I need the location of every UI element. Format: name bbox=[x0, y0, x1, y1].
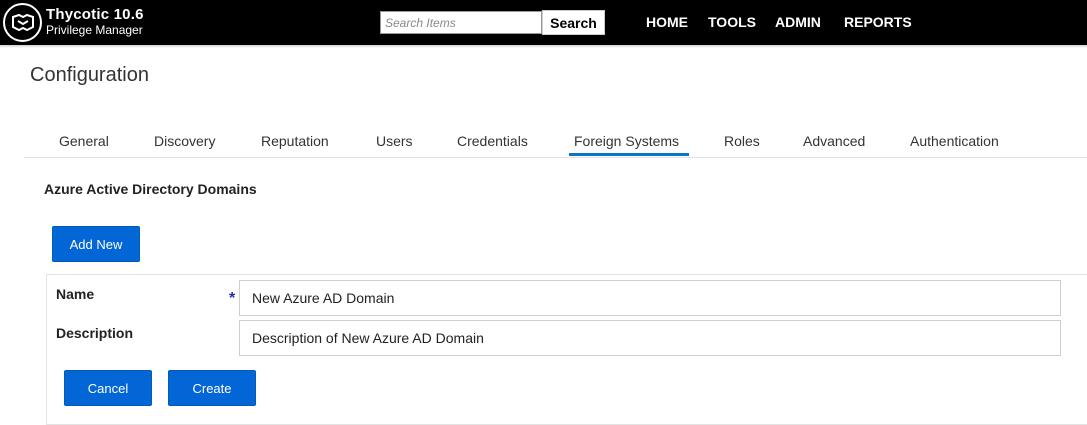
top-navigation-bar: Thycotic 10.6 Privilege Manager Search H… bbox=[0, 0, 1087, 45]
tab-advanced[interactable]: Advanced bbox=[803, 133, 865, 149]
search-input[interactable] bbox=[380, 11, 542, 34]
tab-general[interactable]: General bbox=[59, 133, 109, 149]
cancel-button[interactable]: Cancel bbox=[64, 370, 152, 406]
app-title: Thycotic 10.6 bbox=[46, 6, 144, 23]
nav-tools[interactable]: TOOLS bbox=[708, 14, 756, 30]
required-marker: * bbox=[229, 290, 236, 307]
description-label: Description bbox=[56, 325, 134, 341]
description-field[interactable] bbox=[239, 320, 1061, 356]
tab-roles[interactable]: Roles bbox=[724, 133, 760, 149]
tab-authentication[interactable]: Authentication bbox=[910, 133, 999, 149]
tab-foreign-systems[interactable]: Foreign Systems bbox=[574, 133, 679, 149]
topbar-shadow bbox=[0, 45, 1087, 48]
app-subtitle: Privilege Manager bbox=[46, 23, 143, 37]
nav-admin[interactable]: ADMIN bbox=[775, 14, 821, 30]
tab-discovery[interactable]: Discovery bbox=[154, 133, 215, 149]
page-title: Configuration bbox=[30, 64, 149, 86]
name-label: Name bbox=[56, 286, 95, 302]
create-button[interactable]: Create bbox=[168, 370, 256, 406]
thycotic-logo-icon[interactable] bbox=[3, 3, 42, 42]
nav-home[interactable]: HOME bbox=[646, 14, 688, 30]
configuration-tabs: General Discovery Reputation Users Crede… bbox=[24, 128, 1087, 158]
tab-reputation[interactable]: Reputation bbox=[261, 133, 329, 149]
nav-reports[interactable]: REPORTS bbox=[844, 14, 912, 30]
tab-users[interactable]: Users bbox=[376, 133, 413, 149]
section-heading: Azure Active Directory Domains bbox=[44, 181, 257, 197]
name-field[interactable] bbox=[239, 280, 1061, 316]
search-button[interactable]: Search bbox=[542, 10, 605, 35]
tab-credentials[interactable]: Credentials bbox=[457, 133, 528, 149]
active-tab-indicator bbox=[569, 153, 689, 156]
add-new-button[interactable]: Add New bbox=[52, 226, 140, 262]
